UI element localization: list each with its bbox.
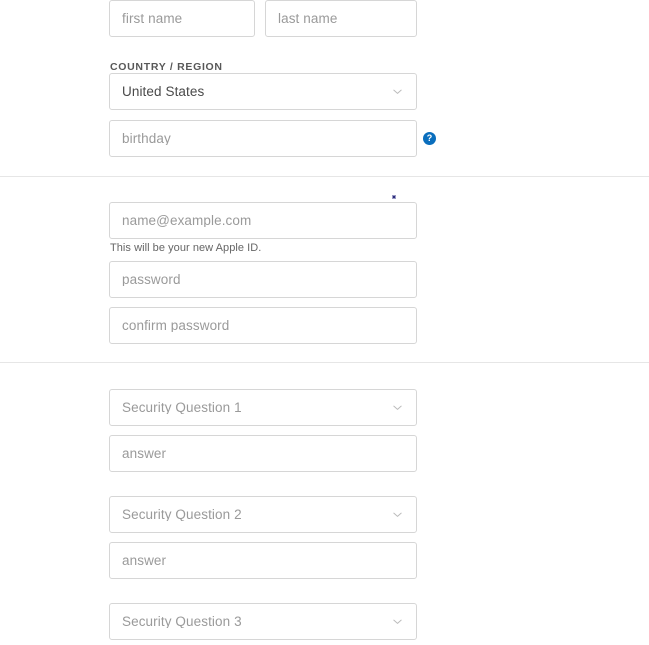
first-name-input[interactable]: first name (109, 0, 255, 37)
chevron-down-icon (392, 509, 403, 520)
confirm-password-input[interactable]: confirm password (109, 307, 417, 344)
first-name-placeholder: first name (122, 11, 183, 26)
security-question-2-value: Security Question 2 (122, 507, 242, 522)
email-input[interactable]: name@example.com (109, 202, 417, 239)
security-question-2-select[interactable]: Security Question 2 (109, 496, 417, 533)
signup-form-page: first name last name COUNTRY / REGION Un… (0, 0, 649, 645)
chevron-down-icon (392, 616, 403, 627)
security-answer-1-input[interactable]: answer (109, 435, 417, 472)
birthday-input[interactable]: birthday (109, 120, 417, 157)
security-question-1-select[interactable]: Security Question 1 (109, 389, 417, 426)
password-input[interactable]: password (109, 261, 417, 298)
security-answer-2-input[interactable]: answer (109, 542, 417, 579)
help-icon[interactable]: ? (423, 132, 436, 145)
personal-info-section: first name last name COUNTRY / REGION Un… (0, 0, 649, 175)
account-section: name@example.com This will be your new A… (0, 176, 649, 362)
security-answer-1-placeholder: answer (122, 446, 167, 461)
country-region-select[interactable]: United States (109, 73, 417, 110)
country-region-value: United States (122, 84, 205, 99)
password-placeholder: password (122, 272, 181, 287)
email-helper-text: This will be your new Apple ID. (110, 242, 262, 254)
security-questions-section: Security Question 1 answer Security Ques… (0, 362, 649, 645)
chevron-down-icon (392, 402, 403, 413)
email-placeholder: name@example.com (122, 213, 252, 228)
last-name-input[interactable]: last name (265, 0, 417, 37)
birthday-placeholder: birthday (122, 131, 171, 146)
security-question-1-value: Security Question 1 (122, 400, 242, 415)
last-name-placeholder: last name (278, 11, 338, 26)
security-answer-2-placeholder: answer (122, 553, 167, 568)
country-region-label: COUNTRY / REGION (110, 61, 223, 73)
security-question-3-value: Security Question 3 (122, 614, 242, 629)
security-question-3-select[interactable]: Security Question 3 (109, 603, 417, 640)
mouse-cursor-artifact (392, 195, 396, 199)
chevron-down-icon (392, 86, 403, 97)
confirm-password-placeholder: confirm password (122, 318, 230, 333)
